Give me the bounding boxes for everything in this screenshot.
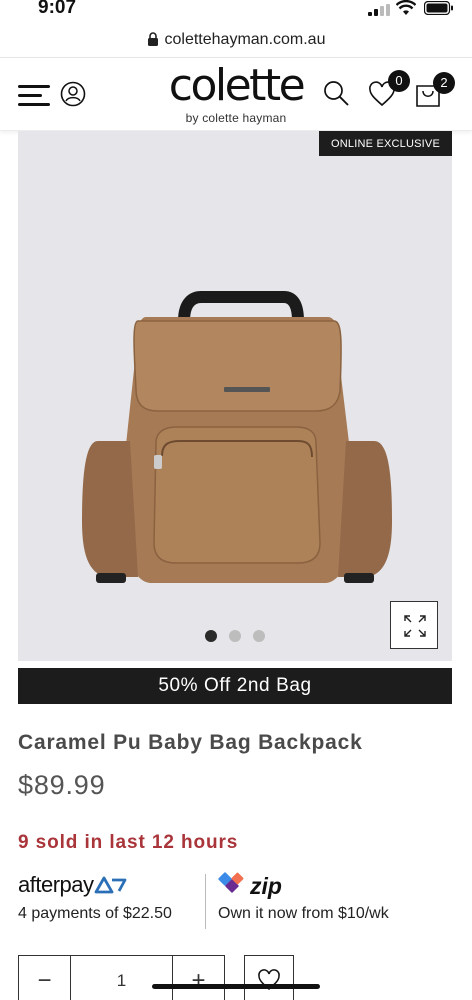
quantity-input[interactable]: 1 xyxy=(71,956,172,1000)
expand-icon xyxy=(404,615,426,637)
logo[interactable]: colette by colette hayman xyxy=(158,60,314,126)
product-price: $89.99 xyxy=(18,770,106,800)
heart-icon xyxy=(258,969,280,990)
quantity-stepper: − 1 + xyxy=(18,955,225,1000)
afterpay-info[interactable]: afterpay 4 payments of $22.50 xyxy=(18,872,208,923)
sold-count-notice: 9 sold in last 12 hours xyxy=(18,832,239,853)
lock-icon xyxy=(147,32,158,46)
gallery-pagination xyxy=(18,629,452,647)
address-bar[interactable]: colettehayman.com.au xyxy=(0,31,472,57)
zip-logo-text: zip xyxy=(250,873,282,899)
payments-divider xyxy=(205,874,206,929)
zip-mark-icon xyxy=(218,872,244,893)
url-text: colettehayman.com.au xyxy=(164,31,326,48)
expand-image-button[interactable] xyxy=(390,601,438,649)
afterpay-logo-text: afterpay xyxy=(18,872,94,897)
afterpay-text: 4 payments of $22.50 xyxy=(18,905,172,922)
status-time: 9:07 xyxy=(38,0,77,18)
status-bar: 9:07 xyxy=(0,0,472,24)
zip-logo: zip xyxy=(218,872,458,900)
product-title: Caramel Pu Baby Bag Backpack xyxy=(18,731,363,754)
zip-info[interactable]: zip Own it now from $10/wk xyxy=(218,872,458,923)
account-icon[interactable] xyxy=(60,81,86,107)
logo-wordmark: colette xyxy=(168,60,306,111)
signal-icon xyxy=(368,4,390,16)
site-header: colette by colette hayman 0 2 xyxy=(0,57,472,131)
quantity-decrease-button[interactable]: − xyxy=(19,956,71,1000)
afterpay-arrow-icon xyxy=(94,876,126,894)
cart-count-badge: 2 xyxy=(433,72,455,94)
gallery-dot[interactable] xyxy=(229,630,241,642)
promo-banner[interactable]: 50% Off 2nd Bag xyxy=(18,668,452,704)
search-icon[interactable] xyxy=(323,80,349,106)
zip-text: Own it now from $10/wk xyxy=(218,905,389,922)
product-image-gallery[interactable]: ONLINE EXCLUSIVE xyxy=(18,131,452,661)
afterpay-logo: afterpay xyxy=(18,872,208,900)
wishlist-count-badge: 0 xyxy=(388,70,410,92)
home-indicator xyxy=(152,984,320,989)
add-to-wishlist-button[interactable] xyxy=(244,955,294,1000)
online-exclusive-badge: ONLINE EXCLUSIVE xyxy=(319,131,452,156)
menu-icon[interactable] xyxy=(18,85,50,107)
gallery-dot[interactable] xyxy=(253,630,265,642)
gallery-dot[interactable] xyxy=(205,630,217,642)
logo-subtitle: by colette hayman xyxy=(185,111,287,125)
quantity-increase-button[interactable]: + xyxy=(172,956,224,1000)
wifi-icon xyxy=(396,0,416,15)
battery-icon xyxy=(424,1,453,15)
product-photo-backpack xyxy=(82,291,392,583)
